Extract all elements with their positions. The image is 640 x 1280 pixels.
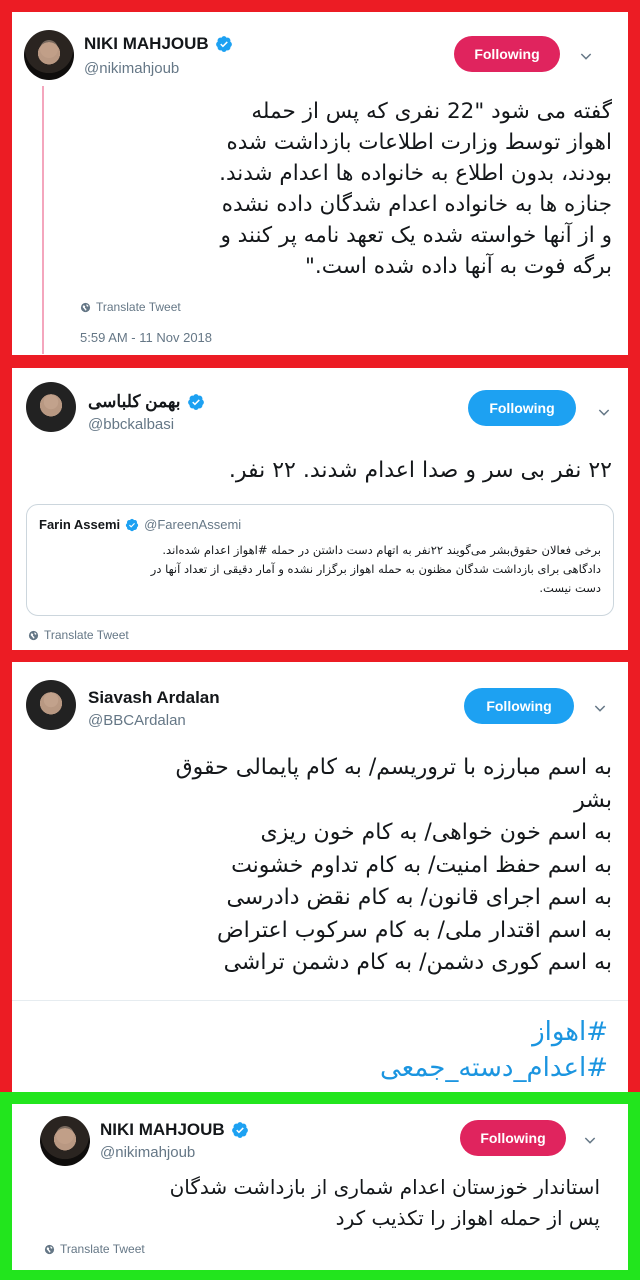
quoted-author-handle: @FareenAssemi [144, 517, 242, 532]
tweet-card-4: NIKI MAHJOUB @nikimahjoub Following استا… [12, 1104, 628, 1270]
tweet-text: گفته می شود "22 نفری که پس از حمله اهواز… [72, 96, 612, 282]
tweet-text: ۲۲ نفر بی سر و صدا اعدام شدند. ۲۲ نفر. [228, 458, 612, 483]
tweet-text: استاندار خوزستان اعدام شماری از بازداشت … [32, 1172, 600, 1234]
quote-line: دادگاهی برای بازداشت شدگان مظنون به حمله… [150, 562, 601, 576]
author-name-text: NIKI MAHJOUB [84, 34, 209, 53]
globe-icon [28, 630, 39, 641]
tweet-card-2: بهمن کلباسی @bbckalbasi Following ۲۲ نفر… [12, 368, 628, 650]
verified-badge-icon [231, 1121, 249, 1139]
hashtag-list: #اهواز #اعدام_دسته_جمعی [32, 1014, 608, 1086]
tweet-line: پس از حمله اهواز را تکذیب کرد [335, 1206, 600, 1230]
tweet-line: بشر [574, 787, 612, 813]
avatar[interactable] [26, 382, 76, 432]
tweet-line: جنازه ها به خانواده اعدام شدگان داده نشد… [221, 192, 612, 217]
verified-badge-icon [187, 393, 205, 411]
quoted-tweet[interactable]: Farin Assemi @FareenAssemi برخی فعالان ح… [26, 504, 614, 616]
chevron-down-icon[interactable] [582, 1132, 598, 1148]
author-name[interactable]: Siavash Ardalan [88, 688, 220, 708]
translate-label: Translate Tweet [96, 300, 181, 314]
translate-tweet-link[interactable]: Translate Tweet [44, 1242, 145, 1256]
quote-line: دست نیست. [539, 581, 601, 595]
tweet-line: بودند، بدون اطلاع به خانواده ها اعدام شد… [219, 161, 612, 186]
chevron-down-icon[interactable] [578, 48, 594, 64]
tweet-line: به اسم اجرای قانون/ به کام نقض دادرسی [226, 885, 612, 910]
author-name-text: NIKI MAHJOUB [100, 1120, 225, 1139]
thread-line [42, 86, 44, 354]
translate-tweet-link[interactable]: Translate Tweet [28, 628, 129, 642]
tweet-line: استاندار خوزستان اعدام شماری از بازداشت … [169, 1175, 600, 1199]
quoted-author-name: Farin Assemi [39, 517, 121, 532]
tweet-frame-1: NIKI MAHJOUB @nikimahjoub Following گفته… [0, 0, 640, 362]
chevron-down-icon[interactable] [592, 700, 608, 716]
avatar[interactable] [24, 30, 74, 80]
chevron-down-icon[interactable] [596, 404, 612, 420]
globe-icon [80, 302, 91, 313]
tweet-line: به اسم خون خواهی/ به کام خون ریزی [260, 820, 612, 845]
tweet-line: برگه فوت به آنها داده شده است." [305, 254, 612, 279]
tweet-timestamp[interactable]: 5:59 AM - 11 Nov 2018 [80, 330, 212, 345]
author-handle[interactable]: @nikimahjoub [100, 1144, 195, 1161]
following-button[interactable]: Following [468, 390, 576, 426]
author-handle[interactable]: @BBCArdalan [88, 712, 186, 729]
avatar[interactable] [26, 680, 76, 730]
tweet-line: به اسم کوری دشمن/ به کام دشمن تراشی [223, 950, 612, 975]
hashtag-link[interactable]: #اهواز [32, 1014, 608, 1050]
author-name[interactable]: بهمن کلباسی [88, 392, 205, 412]
translate-label: Translate Tweet [60, 1242, 145, 1256]
hashtag-link[interactable]: #اعدام_دسته_جمعی [32, 1050, 608, 1086]
author-handle[interactable]: @nikimahjoub [84, 60, 179, 77]
author-name[interactable]: NIKI MAHJOUB [100, 1120, 249, 1140]
author-name-text: Siavash Ardalan [88, 688, 220, 707]
translate-tweet-link[interactable]: Translate Tweet [80, 300, 181, 314]
divider [12, 1000, 628, 1001]
following-button[interactable]: Following [464, 688, 574, 724]
author-name-text: بهمن کلباسی [88, 392, 181, 411]
author-name[interactable]: NIKI MAHJOUB [84, 34, 233, 54]
tweet-frame-4: NIKI MAHJOUB @nikimahjoub Following استا… [0, 1092, 640, 1280]
translate-label: Translate Tweet [44, 628, 129, 642]
tweet-text: به اسم مبارزه با تروریسم/ به کام پایمالی… [32, 752, 612, 980]
tweet-frame-3: Siavash Ardalan @BBCArdalan Following به… [0, 656, 640, 1092]
avatar[interactable] [40, 1116, 90, 1166]
following-button[interactable]: Following [460, 1120, 566, 1156]
following-button[interactable]: Following [454, 36, 560, 72]
globe-icon [44, 1244, 55, 1255]
tweet-line: اهواز توسط وزارت اطلاعات بازداشت شده [226, 130, 612, 155]
quoted-tweet-text: برخی فعالان حقوق‌بشر می‌گویند ۲۲نفر به ا… [39, 541, 601, 598]
verified-badge-icon [215, 35, 233, 53]
tweet-line: به اسم مبارزه با تروریسم/ به کام پایمالی… [175, 755, 612, 780]
verified-badge-icon [125, 518, 139, 532]
author-handle[interactable]: @bbckalbasi [88, 416, 174, 433]
tweet-line: به اسم اقتدار ملی/ به کام سرکوب اعتراض [217, 917, 612, 943]
tweet-line: گفته می شود "22 نفری که پس از حمله [251, 99, 612, 124]
tweet-card-3: Siavash Ardalan @BBCArdalan Following به… [12, 662, 628, 1092]
quoted-tweet-header: Farin Assemi @FareenAssemi [39, 517, 241, 532]
tweet-card-1: NIKI MAHJOUB @nikimahjoub Following گفته… [12, 12, 628, 355]
tweet-frame-2: بهمن کلباسی @bbckalbasi Following ۲۲ نفر… [0, 362, 640, 656]
tweet-line: و از آنها خواسته شده یک تعهد نامه پر کنن… [220, 223, 612, 248]
tweet-line: به اسم حفظ امنیت/ به کام تداوم خشونت [231, 852, 612, 878]
quote-line: برخی فعالان حقوق‌بشر می‌گویند ۲۲نفر به ا… [162, 543, 601, 557]
